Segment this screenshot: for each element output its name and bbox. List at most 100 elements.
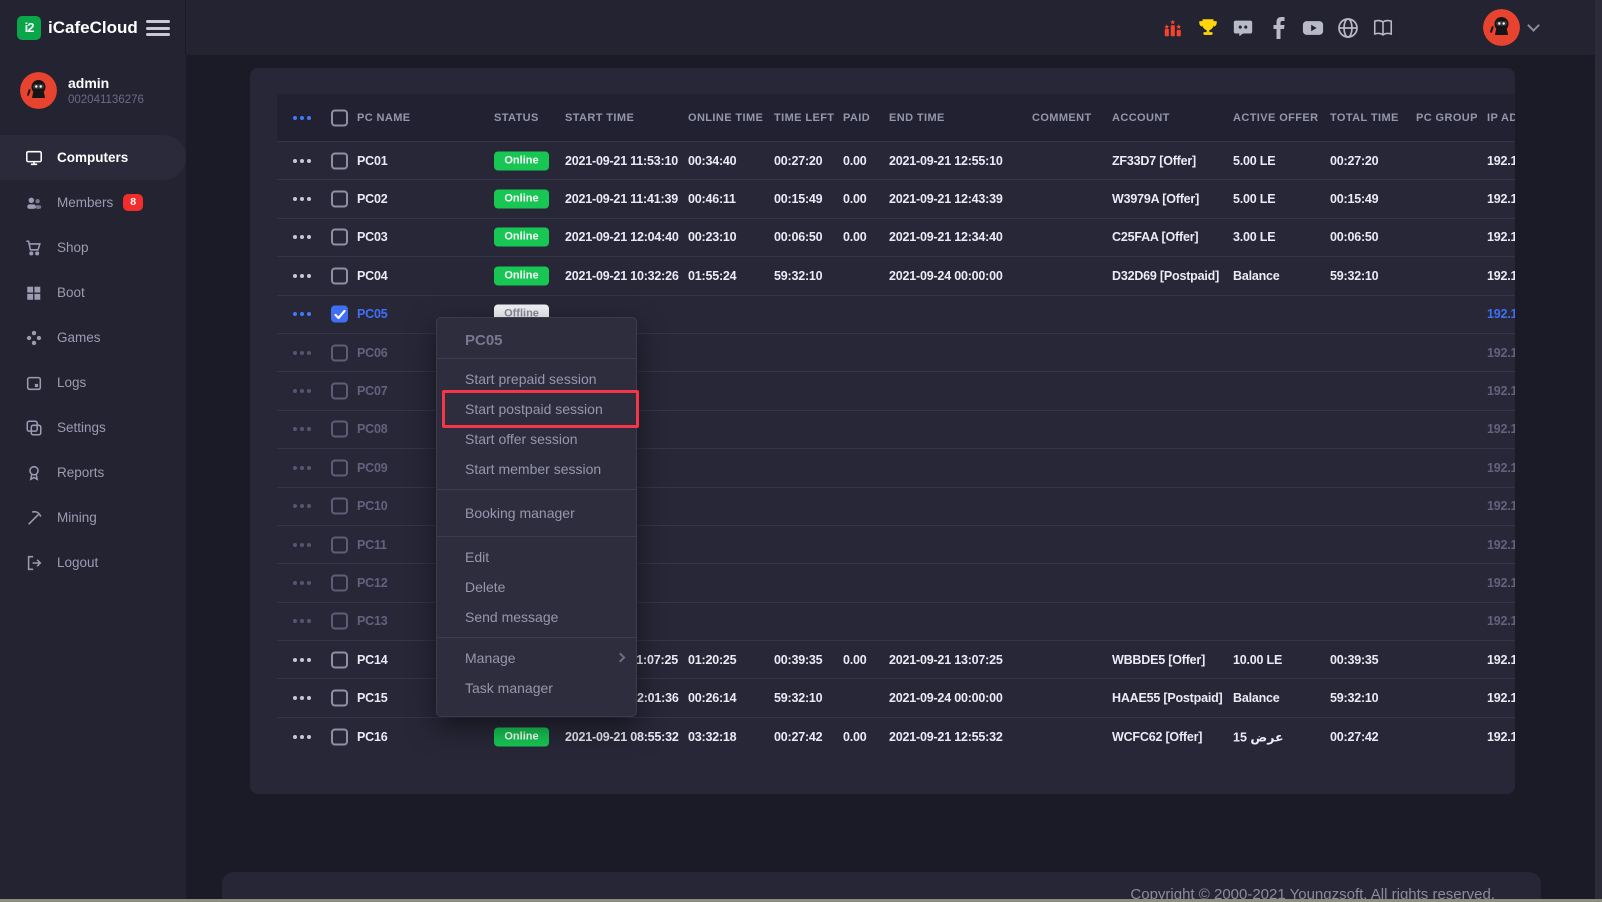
column-header: TOTAL TIME (1330, 112, 1399, 124)
table-row-pc03[interactable]: PC03Online2021-09-21 12:04:4000:23:1000:… (277, 218, 1515, 256)
sidebar-item-logout[interactable]: Logout (0, 540, 186, 585)
cell-start: 2021-09-21 10:32:26 (565, 269, 679, 283)
column-header: ACCOUNT (1112, 112, 1170, 124)
row-checkbox[interactable] (331, 536, 348, 553)
context-menu-item-start-postpaid-session[interactable]: Start postpaid session (437, 394, 636, 424)
sidebar-item-label: Boot (57, 285, 85, 300)
context-menu-item-start-member-session[interactable]: Start member session (437, 454, 636, 484)
cell-ip: 192.1 (1487, 691, 1515, 705)
table-header-actions-dots[interactable] (293, 116, 311, 120)
pc-name: PC13 (357, 614, 387, 628)
context-menu-item-booking-manager[interactable]: Booking manager (437, 495, 636, 531)
row-checkbox[interactable] (331, 574, 348, 591)
youtube-icon[interactable] (1302, 17, 1324, 39)
select-all-checkbox[interactable] (331, 109, 348, 126)
sidebar-item-settings[interactable]: Settings (0, 405, 186, 450)
table-row-pc01[interactable]: PC01Online2021-09-21 11:53:1000:34:4000:… (277, 141, 1515, 179)
sidebar-item-shop[interactable]: Shop (0, 225, 186, 270)
row-checkbox[interactable] (331, 421, 348, 438)
row-actions-dots[interactable] (293, 427, 311, 431)
cell-left: 59:32:10 (774, 691, 822, 705)
sidebar-item-boot[interactable]: Boot (0, 270, 186, 315)
sidebar-item-computers[interactable]: Computers (0, 135, 186, 180)
context-menu-item-manage[interactable]: Manage (437, 643, 636, 673)
cell-left: 59:32:10 (774, 269, 822, 283)
context-menu-item-edit[interactable]: Edit (437, 542, 636, 572)
row-checkbox[interactable] (331, 191, 348, 208)
cell-online: 00:34:40 (688, 154, 736, 168)
row-checkbox[interactable] (331, 459, 348, 476)
row-checkbox[interactable] (331, 344, 348, 361)
discord-icon[interactable] (1232, 17, 1254, 39)
context-menu-item-task-manager[interactable]: Task manager (437, 673, 636, 703)
status-badge: Online (494, 151, 549, 170)
column-header: ONLINE TIME (688, 112, 763, 124)
cell-account: C25FAA [Offer] (1112, 230, 1198, 244)
context-menu-item-delete[interactable]: Delete (437, 572, 636, 602)
row-actions-dots[interactable] (293, 235, 311, 239)
row-checkbox[interactable] (331, 690, 348, 707)
sidebar-item-label: Settings (57, 420, 106, 435)
row-checkbox[interactable] (331, 152, 348, 169)
user-menu[interactable] (1483, 9, 1538, 46)
facebook-icon[interactable] (1267, 17, 1289, 39)
row-actions-dots[interactable] (293, 581, 311, 585)
row-checkbox[interactable] (331, 229, 348, 246)
avatar (1483, 9, 1520, 46)
cell-ip: 192.1 (1487, 422, 1515, 436)
page-scrollbar[interactable] (1595, 0, 1602, 902)
row-actions-dots[interactable] (293, 735, 311, 739)
copy-icon (25, 419, 43, 437)
sidebar-item-label: Shop (57, 240, 89, 255)
cell-offer: عرض 15 (1233, 729, 1284, 744)
podium-icon[interactable] (1162, 17, 1184, 39)
table-row-pc16[interactable]: PC16Online2021-09-21 08:55:3203:32:1800:… (277, 717, 1515, 755)
row-checkbox[interactable] (331, 383, 348, 400)
trophy-icon[interactable] (1197, 17, 1219, 39)
table-row-pc02[interactable]: PC02Online2021-09-21 11:41:3900:46:1100:… (277, 179, 1515, 217)
row-checkbox[interactable] (331, 306, 348, 323)
cell-account: ZF33D7 [Offer] (1112, 154, 1196, 168)
row-checkbox[interactable] (331, 651, 348, 668)
row-checkbox[interactable] (331, 728, 348, 745)
sidebar-item-mining[interactable]: Mining (0, 495, 186, 540)
row-actions-dots[interactable] (293, 274, 311, 278)
cell-left: 00:27:42 (774, 730, 822, 744)
row-actions-dots[interactable] (293, 159, 311, 163)
row-actions-dots[interactable] (293, 658, 311, 662)
table-row-pc04[interactable]: PC04Online2021-09-21 10:32:2601:55:2459:… (277, 256, 1515, 294)
row-checkbox[interactable] (331, 498, 348, 515)
row-actions-dots[interactable] (293, 312, 311, 316)
row-actions-dots[interactable] (293, 351, 311, 355)
user-name: admin (68, 75, 144, 91)
book-icon[interactable] (1372, 17, 1394, 39)
user-id: 002041136276 (68, 94, 144, 106)
sidebar-item-logs[interactable]: Logs (0, 360, 186, 405)
row-actions-dots[interactable] (293, 543, 311, 547)
cell-ip: 192.1 (1487, 576, 1515, 590)
context-menu-item-start-offer-session[interactable]: Start offer session (437, 424, 636, 454)
pickaxe-icon (25, 509, 43, 527)
row-checkbox[interactable] (331, 613, 348, 630)
pc-name: PC08 (357, 422, 387, 436)
cell-online: 01:55:24 (688, 269, 736, 283)
column-header: IP ADDRESS (1487, 112, 1515, 124)
row-actions-dots[interactable] (293, 619, 311, 623)
pc-name: PC02 (357, 192, 387, 206)
row-actions-dots[interactable] (293, 466, 311, 470)
sidebar-toggle-hamburger-icon[interactable] (146, 20, 170, 36)
sidebar-item-reports[interactable]: Reports (0, 450, 186, 495)
gamepad-icon (25, 329, 43, 347)
row-actions-dots[interactable] (293, 389, 311, 393)
column-header: PC GROUP (1416, 112, 1478, 124)
row-actions-dots[interactable] (293, 504, 311, 508)
sidebar-item-games[interactable]: Games (0, 315, 186, 360)
row-checkbox[interactable] (331, 267, 348, 284)
tutorial-highlight-box (442, 390, 639, 428)
context-menu-item-start-prepaid-session[interactable]: Start prepaid session (437, 364, 636, 394)
row-actions-dots[interactable] (293, 696, 311, 700)
row-actions-dots[interactable] (293, 197, 311, 201)
context-menu-item-send-message[interactable]: Send message (437, 602, 636, 632)
globe-icon[interactable] (1337, 17, 1359, 39)
sidebar-item-members[interactable]: Members8 (0, 180, 186, 225)
